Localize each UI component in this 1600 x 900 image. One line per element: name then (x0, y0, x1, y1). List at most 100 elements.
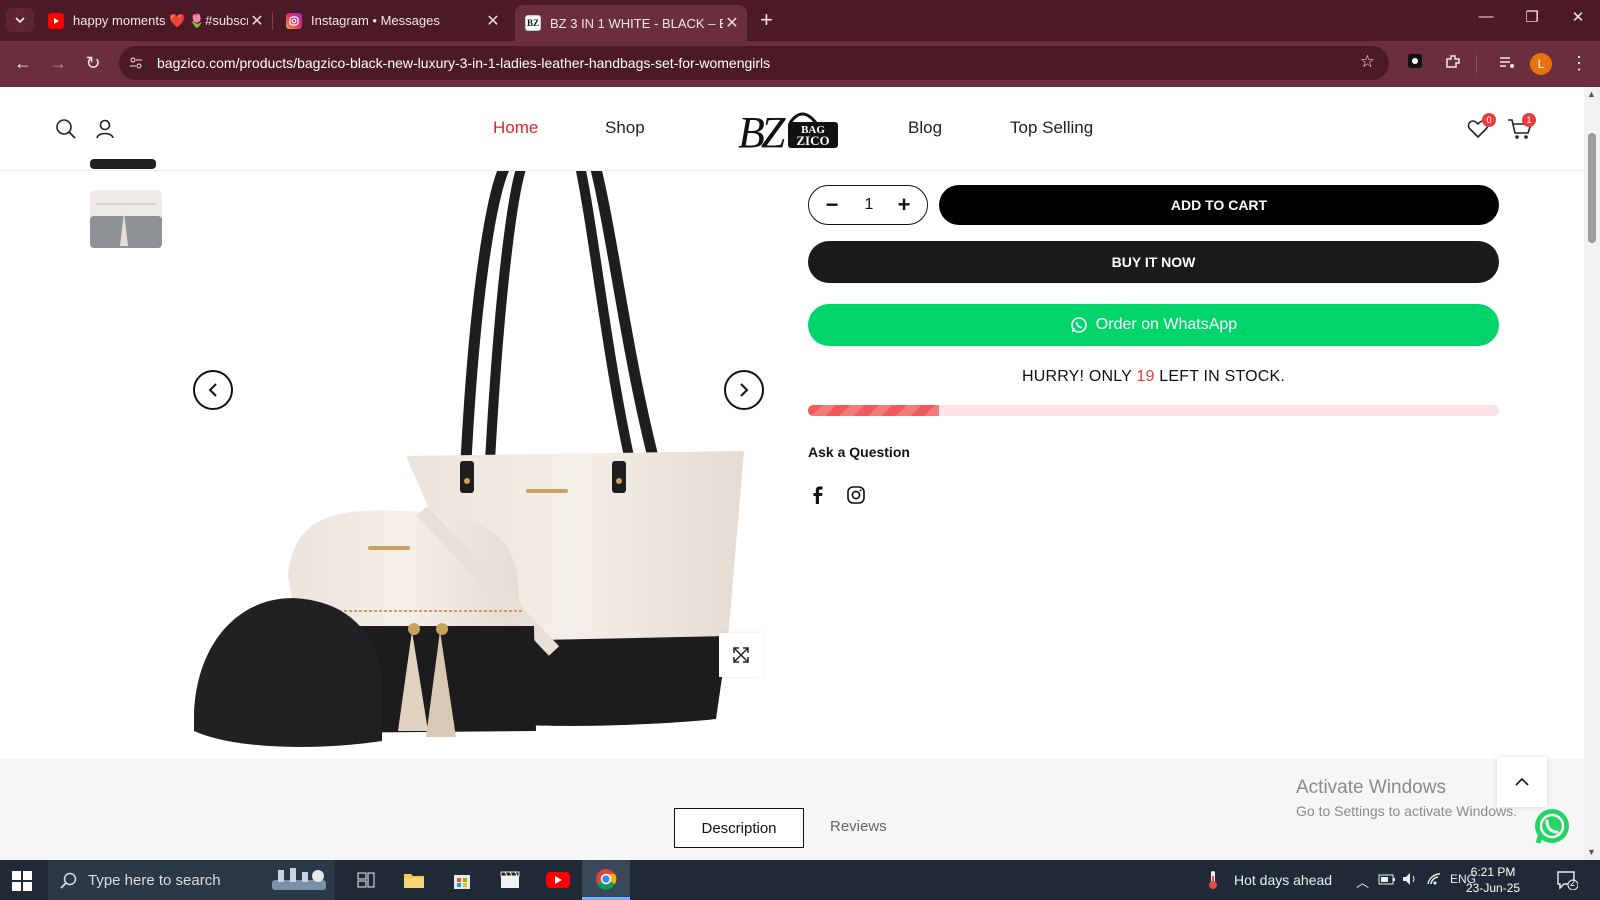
svg-text:BZ: BZ (738, 108, 786, 155)
product-thumbnails (86, 159, 166, 351)
close-tab-icon[interactable]: ✕ (484, 11, 502, 31)
restore-icon[interactable]: ❐ (1520, 8, 1544, 26)
close-tab-icon[interactable]: ✕ (723, 13, 741, 33)
puzzle-extensions-icon[interactable] (1442, 53, 1464, 75)
chevron-left-icon (208, 383, 217, 397)
scroll-down-arrow-icon[interactable]: ▼ (1587, 847, 1596, 857)
task-view-icon[interactable] (342, 860, 390, 900)
chevron-right-icon (740, 383, 749, 397)
microsoft-store-icon[interactable] (438, 860, 486, 900)
site-header: Home Shop BZ BAG ZICO Blog Top Selling 0… (0, 87, 1584, 171)
order-on-whatsapp-button[interactable]: Order on WhatsApp (808, 304, 1499, 346)
new-tab-button[interactable]: + (760, 8, 773, 32)
notification-count: 2 (1570, 878, 1576, 888)
close-window-icon[interactable]: ✕ (1566, 8, 1590, 26)
decrease-quantity-button[interactable]: − (817, 190, 847, 220)
tab-description[interactable]: Description (674, 808, 804, 848)
whatsapp-float-icon (1535, 809, 1569, 844)
tab-youtube[interactable]: happy moments ❤️ 🌷#subscri ✕ (46, 0, 266, 41)
nav-shop[interactable]: Shop (605, 118, 645, 138)
cart-count-badge: 1 (1522, 113, 1536, 127)
tab-reviews[interactable]: Reviews (830, 818, 887, 835)
wishlist-count-badge: 0 (1482, 113, 1496, 127)
search-highlight-illustration-icon (268, 866, 330, 894)
chrome-icon[interactable] (582, 860, 630, 900)
more-options-icon[interactable]: ⋮ (1568, 53, 1590, 75)
watermark-line-2: Go to Settings to activate Windows. (1296, 803, 1517, 819)
forward-icon[interactable]: → (47, 53, 69, 74)
media-controls-icon[interactable] (1496, 53, 1518, 75)
battery-icon[interactable] (1378, 872, 1396, 889)
search-icon[interactable] (54, 117, 78, 141)
tab-title: happy moments ❤️ 🌷#subscri (73, 12, 248, 28)
nav-blog[interactable]: Blog (908, 118, 942, 138)
video-editor-icon[interactable] (486, 860, 534, 900)
facebook-icon[interactable] (808, 485, 828, 505)
taskbar-clock[interactable]: 6:21 PM 23-Jun-25 (1466, 864, 1520, 896)
nav-home[interactable]: Home (493, 118, 538, 138)
tab-bagzico[interactable]: BZ BZ 3 IN 1 WHITE - BLACK – Bag ✕ (515, 5, 747, 41)
windows-start-icon[interactable] (12, 871, 32, 891)
notification-center-icon[interactable]: 2 (1556, 870, 1579, 891)
product-thumbnail[interactable] (86, 109, 166, 179)
instagram-icon (286, 12, 302, 29)
taskbar-search-placeholder: Type here to search (88, 872, 221, 889)
quantity-value[interactable]: 1 (849, 196, 889, 214)
close-tab-icon[interactable]: ✕ (248, 11, 266, 31)
buy-it-now-button[interactable]: BUY IT NOW (808, 241, 1499, 283)
clock-time: 6:21 PM (1470, 865, 1516, 879)
weather-thermometer-icon[interactable] (1206, 870, 1220, 893)
instagram-share-icon[interactable] (846, 485, 866, 505)
tab-separator (272, 12, 273, 30)
omnibox[interactable]: bagzico.com/products/bagzico-black-new-l… (119, 46, 1389, 80)
tab-title: Instagram • Messages (311, 13, 440, 28)
back-to-top-button[interactable] (1497, 757, 1547, 807)
extension-icon[interactable] (1404, 53, 1426, 75)
file-explorer-icon[interactable] (390, 860, 438, 900)
expand-image-button[interactable] (719, 633, 763, 677)
tab-instagram[interactable]: Instagram • Messages ✕ (284, 0, 502, 41)
whatsapp-float-button[interactable] (1532, 807, 1572, 847)
windows-taskbar: Type here to search Hot days ahead ︿ ENG… (0, 860, 1600, 900)
carousel-next-button[interactable] (724, 370, 764, 410)
nav-top-selling[interactable]: Top Selling (1010, 118, 1093, 138)
back-icon[interactable]: ← (12, 53, 34, 74)
stock-progress-bar (808, 405, 1499, 416)
increase-quantity-button[interactable]: + (889, 190, 919, 220)
url-text[interactable]: bagzico.com/products/bagzico-black-new-l… (157, 55, 770, 71)
tab-search-button[interactable] (6, 8, 34, 32)
chevron-up-icon (1515, 777, 1529, 786)
scroll-up-arrow-icon[interactable]: ▲ (1587, 89, 1596, 99)
youtube-app-icon[interactable] (534, 860, 582, 900)
watermark-line-1: Activate Windows (1296, 777, 1446, 798)
scrollbar-thumb[interactable] (1588, 133, 1596, 243)
activate-windows-watermark: Activate Windows Go to Settings to activ… (1296, 777, 1517, 819)
clock-date: 23-Jun-25 (1466, 881, 1521, 895)
product-main-image[interactable] (193, 156, 764, 761)
bagzico-logo[interactable]: BZ BAG ZICO (738, 101, 842, 157)
site-info-icon[interactable] (128, 55, 144, 71)
youtube-icon (48, 12, 64, 29)
bookmark-star-icon[interactable]: ☆ (1360, 52, 1375, 72)
ask-a-question-link[interactable]: Ask a Question (808, 444, 910, 460)
weather-text[interactable]: Hot days ahead (1234, 872, 1332, 888)
carousel-prev-button[interactable] (193, 370, 233, 410)
taskbar-search-box[interactable]: Type here to search (48, 860, 335, 900)
stock-message: HURRY! ONLY 19 LEFT IN STOCK. (808, 368, 1499, 386)
volume-icon[interactable] (1402, 872, 1418, 889)
page-scrollbar[interactable]: ▲ ▼ (1584, 87, 1600, 860)
search-icon (60, 871, 78, 893)
minimize-icon[interactable]: — (1474, 8, 1498, 25)
stock-count: 19 (1136, 368, 1155, 385)
reload-icon[interactable]: ↻ (82, 53, 104, 74)
show-hidden-icons-icon[interactable]: ︿ (1356, 872, 1369, 891)
product-thumbnail[interactable] (86, 184, 166, 254)
stock-suffix: LEFT IN STOCK. (1159, 368, 1286, 385)
address-bar-row: ← → ↻ bagzico.com/products/bagzico-black… (0, 41, 1600, 87)
add-to-cart-button[interactable]: ADD TO CART (939, 185, 1499, 225)
browser-tab-bar: happy moments ❤️ 🌷#subscri ✕ Instagram •… (0, 0, 1600, 41)
whatsapp-icon (1070, 317, 1087, 333)
profile-avatar[interactable]: L (1530, 53, 1552, 75)
tab-title: BZ 3 IN 1 WHITE - BLACK – Bag (550, 15, 723, 31)
wifi-icon[interactable] (1426, 872, 1442, 889)
